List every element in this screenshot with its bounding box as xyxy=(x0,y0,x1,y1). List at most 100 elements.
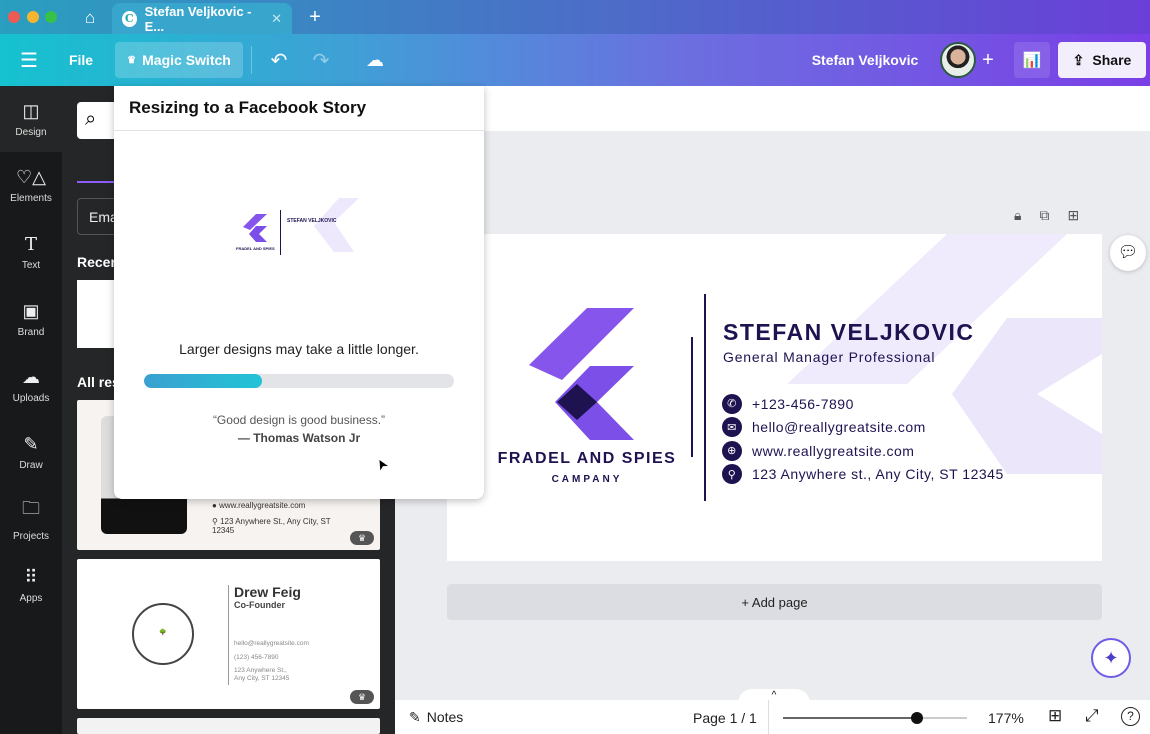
template-email: hello@reallygreatsite.com xyxy=(234,640,309,647)
resize-progress-popup: Resizing to a Facebook Story STEFAN VELJ… xyxy=(114,86,484,499)
avatar[interactable] xyxy=(940,42,976,78)
pen-icon: ✎ xyxy=(23,433,39,454)
tab-title: Stefan Veljkovic - E... xyxy=(144,3,252,34)
undo-icon[interactable]: ↶ xyxy=(266,46,292,74)
zoom-level[interactable]: 177% xyxy=(988,710,1024,726)
template-address-text: 123 Anywhere St., Any City, ST 12345 xyxy=(212,517,331,535)
sidebar-item-label: Draw xyxy=(19,459,43,471)
help-icon[interactable]: ? xyxy=(1121,707,1140,726)
file-menu-button[interactable]: File xyxy=(62,46,100,74)
editor-toolbar: ☰ File ♛ Magic Switch ↶ ↷ ☁ Stefan Veljko… xyxy=(0,34,1150,86)
sidebar-item-brand[interactable]: ▣ Brand xyxy=(0,286,62,352)
svg-text:FRADEL AND SPIES: FRADEL AND SPIES xyxy=(236,246,275,251)
sidebar-item-elements[interactable]: ♡△ Elements xyxy=(0,152,62,218)
brand-icon: ▣ xyxy=(22,300,40,321)
lock-icon[interactable]: 🔒︎ xyxy=(1014,207,1021,224)
business-card-canvas[interactable]: FRADEL AND SPIES CAMPANY STEFAN VELJKOVI… xyxy=(447,234,1102,561)
canva-logo-icon: C xyxy=(122,10,137,27)
close-window-button[interactable] xyxy=(8,11,20,23)
sidebar-item-label: Text xyxy=(21,259,41,271)
text-icon: T xyxy=(24,233,37,255)
contact-phone: ✆ +123-456-7890 xyxy=(722,392,1004,416)
divider xyxy=(228,585,229,685)
bottom-bar: ✎ Notes Page 1 / 1 177% ⊞ ⤢ ? xyxy=(395,700,1150,734)
layout-icon: ◫ xyxy=(22,100,40,121)
cinyard-logo: 🌳 xyxy=(132,603,194,665)
contact-address: ⚲ 123 Anywhere st., Any City, ST 12345 xyxy=(722,463,1004,487)
user-name[interactable]: Stefan Veljkovic xyxy=(805,46,925,74)
sidebar-item-text[interactable]: T Text xyxy=(0,219,62,285)
sidebar-item-label: Design xyxy=(15,126,47,138)
add-comment-icon[interactable]: 💬︎ xyxy=(1110,235,1146,271)
crown-icon: ♛ xyxy=(127,54,137,66)
popup-quote: “Good design is good business.” xyxy=(212,413,386,427)
notes-button[interactable]: ✎ Notes xyxy=(409,709,463,726)
website-text: www.reallygreatsite.com xyxy=(752,442,915,459)
shapes-icon: ♡△ xyxy=(16,166,46,187)
phone-text: +123-456-7890 xyxy=(752,395,854,412)
sidebar-item-design[interactable]: ◫ Design xyxy=(0,86,62,152)
template-phone: (123) 456-7890 xyxy=(234,654,279,661)
add-collaborator-button[interactable]: + xyxy=(976,46,1000,74)
sidebar-item-label: Projects xyxy=(12,531,50,542)
notes-label: Notes xyxy=(426,709,464,725)
close-tab-icon[interactable]: ✕ xyxy=(271,11,282,27)
zoom-slider[interactable] xyxy=(783,712,967,724)
template-address-2: Any City, ST 12345 xyxy=(234,675,290,682)
magic-switch-button[interactable]: ♛ Magic Switch xyxy=(115,42,243,78)
add-page-icon[interactable]: ⊞ xyxy=(1067,207,1079,224)
insights-chart-icon[interactable]: 📊 xyxy=(1014,42,1050,78)
sidebar-item-apps[interactable]: ⠿ Apps xyxy=(0,552,62,618)
address-text: 123 Anywhere st., Any City, ST 12345 xyxy=(752,466,1004,483)
search-icon: ⌕ xyxy=(85,108,97,130)
divider xyxy=(768,700,769,734)
minimize-window-button[interactable] xyxy=(27,11,39,23)
grid-view-icon[interactable]: ⊞ xyxy=(1048,706,1062,726)
template-website-text: www.reallygreatsite.com xyxy=(219,501,306,510)
maximize-window-button[interactable] xyxy=(45,11,57,23)
divider xyxy=(114,130,484,131)
phone-icon: ✆ xyxy=(722,393,742,414)
sidebar-item-label: Brand xyxy=(17,326,45,338)
sidebar-item-projects[interactable]: 🗀 Projects xyxy=(0,486,62,552)
menu-icon[interactable]: ☰ xyxy=(16,48,42,72)
sidebar-item-label: Apps xyxy=(19,592,43,604)
location-pin-icon: ⚲ xyxy=(722,464,742,485)
template-address-1: 123 Anywhere St., xyxy=(234,667,287,674)
sidebar-item-draw[interactable]: ✎ Draw xyxy=(0,419,62,485)
template-card[interactable]: 🌳 Drew Feig Co-Founder hello@reallygreat… xyxy=(77,559,380,709)
magic-assistant-sparkle-icon[interactable]: ✦ xyxy=(1091,638,1131,678)
card-job-title: General Manager Professional xyxy=(723,349,936,365)
page-indicator[interactable]: Page 1 / 1 xyxy=(693,710,757,726)
new-tab-button[interactable]: + xyxy=(305,6,325,28)
page-actions: 🔒︎ ⧉ ⊞ xyxy=(1014,207,1079,224)
sidebar-item-label: Elements xyxy=(10,192,52,204)
browser-tab[interactable]: C Stefan Veljkovic - E... ✕ xyxy=(112,3,292,34)
template-website: ● www.reallygreatsite.com xyxy=(212,501,306,510)
cloud-saved-icon[interactable]: ☁ xyxy=(362,46,388,74)
template-card[interactable] xyxy=(77,718,380,734)
sidebar-item-uploads[interactable]: ☁ Uploads xyxy=(0,352,62,418)
divider xyxy=(251,46,252,74)
share-button[interactable]: ⇪ Share xyxy=(1058,42,1146,78)
contact-email: ✉ hello@reallygreatsite.com xyxy=(722,416,1004,440)
duplicate-page-icon[interactable]: ⧉ xyxy=(1039,207,1049,224)
premium-crown-badge: ♛ xyxy=(350,531,374,545)
notes-icon: ✎ xyxy=(409,709,421,725)
popup-message: Larger designs may take a little longer. xyxy=(179,341,419,357)
add-page-button[interactable]: + Add page xyxy=(447,584,1102,620)
resize-progress-bar xyxy=(144,374,454,388)
redo-icon[interactable]: ↷ xyxy=(308,46,334,74)
company-subtitle: CAMPANY xyxy=(551,474,623,485)
contact-website: ⊕ www.reallygreatsite.com xyxy=(722,439,1004,463)
company-name: FRADEL AND SPIES xyxy=(497,450,677,467)
sidebar: ◫ Design ♡△ Elements T Text ▣ Brand ☁ Uploads… xyxy=(0,86,62,734)
zoom-slider-handle[interactable] xyxy=(911,712,924,724)
card-divider-small xyxy=(691,337,693,457)
fullscreen-icon[interactable]: ⤢ xyxy=(1085,706,1099,726)
template-name: Drew Feig xyxy=(234,584,301,600)
card-divider xyxy=(704,294,706,501)
recent-heading: Recen xyxy=(77,254,120,270)
apps-icon: ⠿ xyxy=(24,566,38,587)
home-icon[interactable]: ⌂ xyxy=(78,7,102,29)
